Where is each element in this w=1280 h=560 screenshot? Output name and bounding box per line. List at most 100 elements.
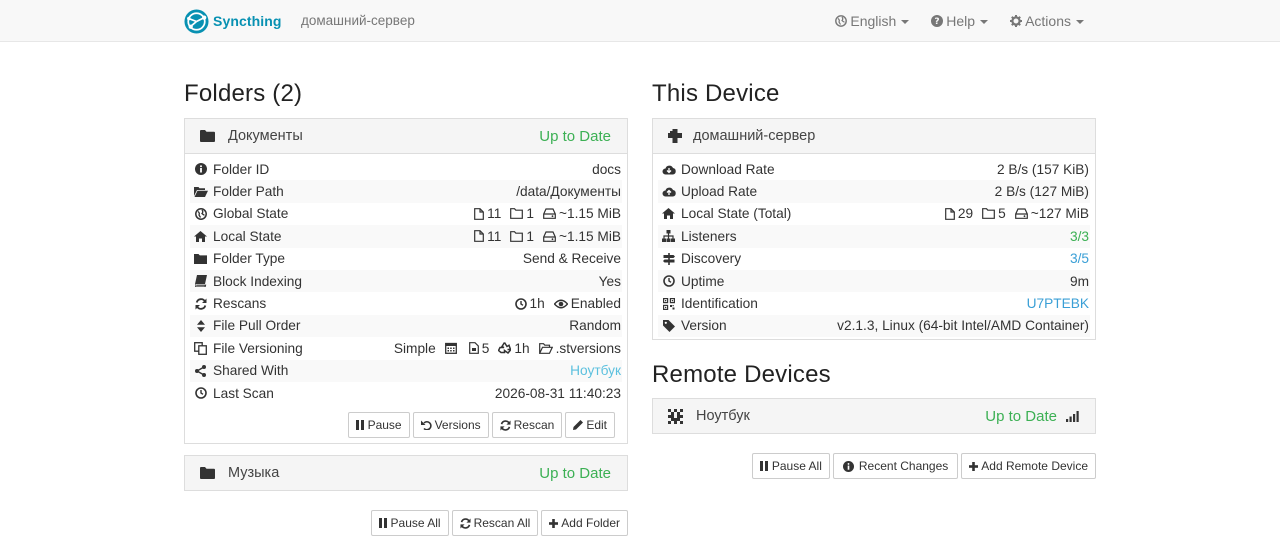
add-folder-button[interactable]: Add Folder	[541, 510, 628, 536]
row-label: Folder ID	[213, 161, 270, 177]
discovery-value[interactable]: 3/5	[1070, 251, 1089, 266]
dir-count: 1	[526, 228, 534, 244]
remote-devices-heading: Remote Devices	[652, 361, 831, 388]
folder-actions: Pause Versions Rescan Edit	[185, 406, 627, 443]
button-label: Add Remote Device	[981, 459, 1088, 473]
folder-open-icon	[538, 342, 553, 354]
row-folder-type: Folder Type Send & Receive	[190, 248, 622, 270]
row-label: File Pull Order	[213, 318, 301, 334]
info-icon	[842, 460, 854, 472]
row-label: Uptime	[681, 273, 725, 289]
button-label: Add Folder	[561, 516, 620, 530]
listeners-value[interactable]: 3/3	[1070, 229, 1089, 244]
button-label: Pause	[367, 418, 402, 433]
edit-folder-button[interactable]: Edit	[565, 412, 615, 439]
actions-menu[interactable]: Actions	[1010, 13, 1084, 29]
row-label: Folder Path	[213, 184, 284, 200]
question-icon: ?	[931, 15, 944, 27]
refresh-icon	[500, 420, 511, 431]
this-device-heading-bar[interactable]: домашний-сервер	[653, 119, 1095, 154]
clock-icon	[661, 275, 676, 287]
button-label: Rescan	[513, 418, 555, 433]
pause-all-folders-button[interactable]: Pause All	[370, 510, 449, 536]
clock-icon	[514, 297, 527, 310]
folder-icon	[199, 467, 215, 479]
row-value: /data/Документы	[516, 184, 621, 200]
signpost-icon	[661, 252, 676, 265]
versions-cleanup: 1h	[514, 340, 530, 356]
row-label: Identification	[681, 296, 758, 312]
actions-label: Actions	[1025, 13, 1071, 29]
folders-heading: Folders (2)	[184, 80, 303, 107]
button-label: Edit	[586, 418, 607, 433]
qrcode-icon	[661, 297, 676, 310]
versions-keep: 5	[481, 340, 490, 356]
recent-changes-button[interactable]: Recent Changes	[832, 453, 959, 479]
devices-footer: Pause All Recent Changes Add Remote Devi…	[751, 453, 1096, 479]
brand[interactable]: Syncthing	[184, 8, 282, 34]
this-device-details: Download Rate 2 B/s (157 KiB) Upload Rat…	[653, 154, 1095, 339]
remote-device-status: Up to Date	[985, 407, 1057, 425]
folder-status: Up to Date	[539, 464, 611, 482]
chevron-down-icon	[901, 20, 910, 24]
row-value: 29 5 ~127 MiB	[945, 206, 1089, 221]
help-menu[interactable]: ? Help	[931, 13, 989, 29]
row-version: Version v2.1.3, Linux (64-bit Intel/AMD …	[658, 314, 1090, 338]
shared-device-link[interactable]: Ноутбук	[570, 363, 621, 378]
globe-icon	[193, 208, 208, 220]
versions-button[interactable]: Versions	[412, 412, 489, 439]
file-count: 29	[957, 206, 974, 222]
row-label: Upload Rate	[681, 184, 758, 200]
row-upload-rate: Upload Rate 2 B/s (127 MiB)	[658, 180, 1090, 203]
row-label: Listeners	[681, 228, 737, 244]
row-file-versioning: File Versioning Simple 5 1h .stversions	[190, 337, 622, 359]
pause-icon	[378, 518, 387, 528]
chevron-down-icon	[980, 20, 989, 24]
dir-count: 5	[998, 206, 1006, 222]
pause-folder-button[interactable]: Pause	[347, 412, 410, 439]
row-label: Local State	[213, 228, 282, 244]
folder-icon	[199, 130, 215, 142]
add-remote-device-button[interactable]: Add Remote Device	[961, 453, 1096, 479]
eye-icon	[553, 299, 568, 309]
folder-panel-heading[interactable]: Музыка Up to Date	[185, 456, 627, 490]
row-value: 11 1 ~1.15 MiB	[474, 229, 621, 244]
row-value: Yes	[598, 273, 621, 289]
row-block-indexing: Block Indexing Yes	[190, 269, 622, 293]
gear-icon	[1010, 15, 1023, 27]
remote-device-heading-bar[interactable]: Ноутбук Up to Date	[653, 399, 1095, 433]
dir-count: 1	[526, 206, 534, 222]
this-device-heading: This Device	[652, 80, 780, 107]
button-label: Versions	[434, 418, 481, 433]
row-value: Random	[569, 318, 621, 334]
row-label: Shared With	[213, 363, 289, 379]
folder-panel-heading[interactable]: Документы Up to Date	[185, 119, 627, 154]
row-label: Local State (Total)	[681, 206, 792, 222]
signal-icon	[1066, 410, 1079, 422]
cloud-download-icon	[661, 164, 676, 175]
globe-icon	[835, 15, 848, 27]
folder-outline-icon	[510, 208, 524, 220]
undo-icon	[420, 420, 432, 431]
rescan-folder-button[interactable]: Rescan	[491, 412, 563, 439]
button-label: Pause All	[771, 459, 822, 473]
row-value: Send & Receive	[522, 251, 621, 267]
cloud-upload-icon	[661, 186, 676, 197]
row-value: 2026-08-31 11:40:23	[494, 385, 621, 401]
row-value: 9m	[1069, 273, 1089, 289]
row-value: docs	[592, 161, 621, 177]
language-menu[interactable]: English	[835, 13, 910, 29]
pencil-icon	[573, 420, 584, 431]
rescan-all-button[interactable]: Rescan All	[451, 510, 539, 536]
row-label: Global State	[213, 206, 289, 222]
size: ~1.15 MiB	[558, 228, 621, 244]
folder-name: Документы	[228, 128, 303, 144]
device-id-link[interactable]: U7PTEBK	[1027, 296, 1089, 311]
help-label: Help	[946, 13, 976, 29]
row-value: 2 B/s (127 MiB)	[994, 184, 1089, 200]
row-local-state: Local State 11 1 ~1.15 MiB	[190, 225, 622, 248]
row-value: 2 B/s (157 KiB)	[996, 161, 1089, 177]
hdd-icon	[543, 208, 556, 220]
file-count: 11	[487, 206, 502, 222]
pause-all-devices-button[interactable]: Pause All	[751, 453, 830, 479]
